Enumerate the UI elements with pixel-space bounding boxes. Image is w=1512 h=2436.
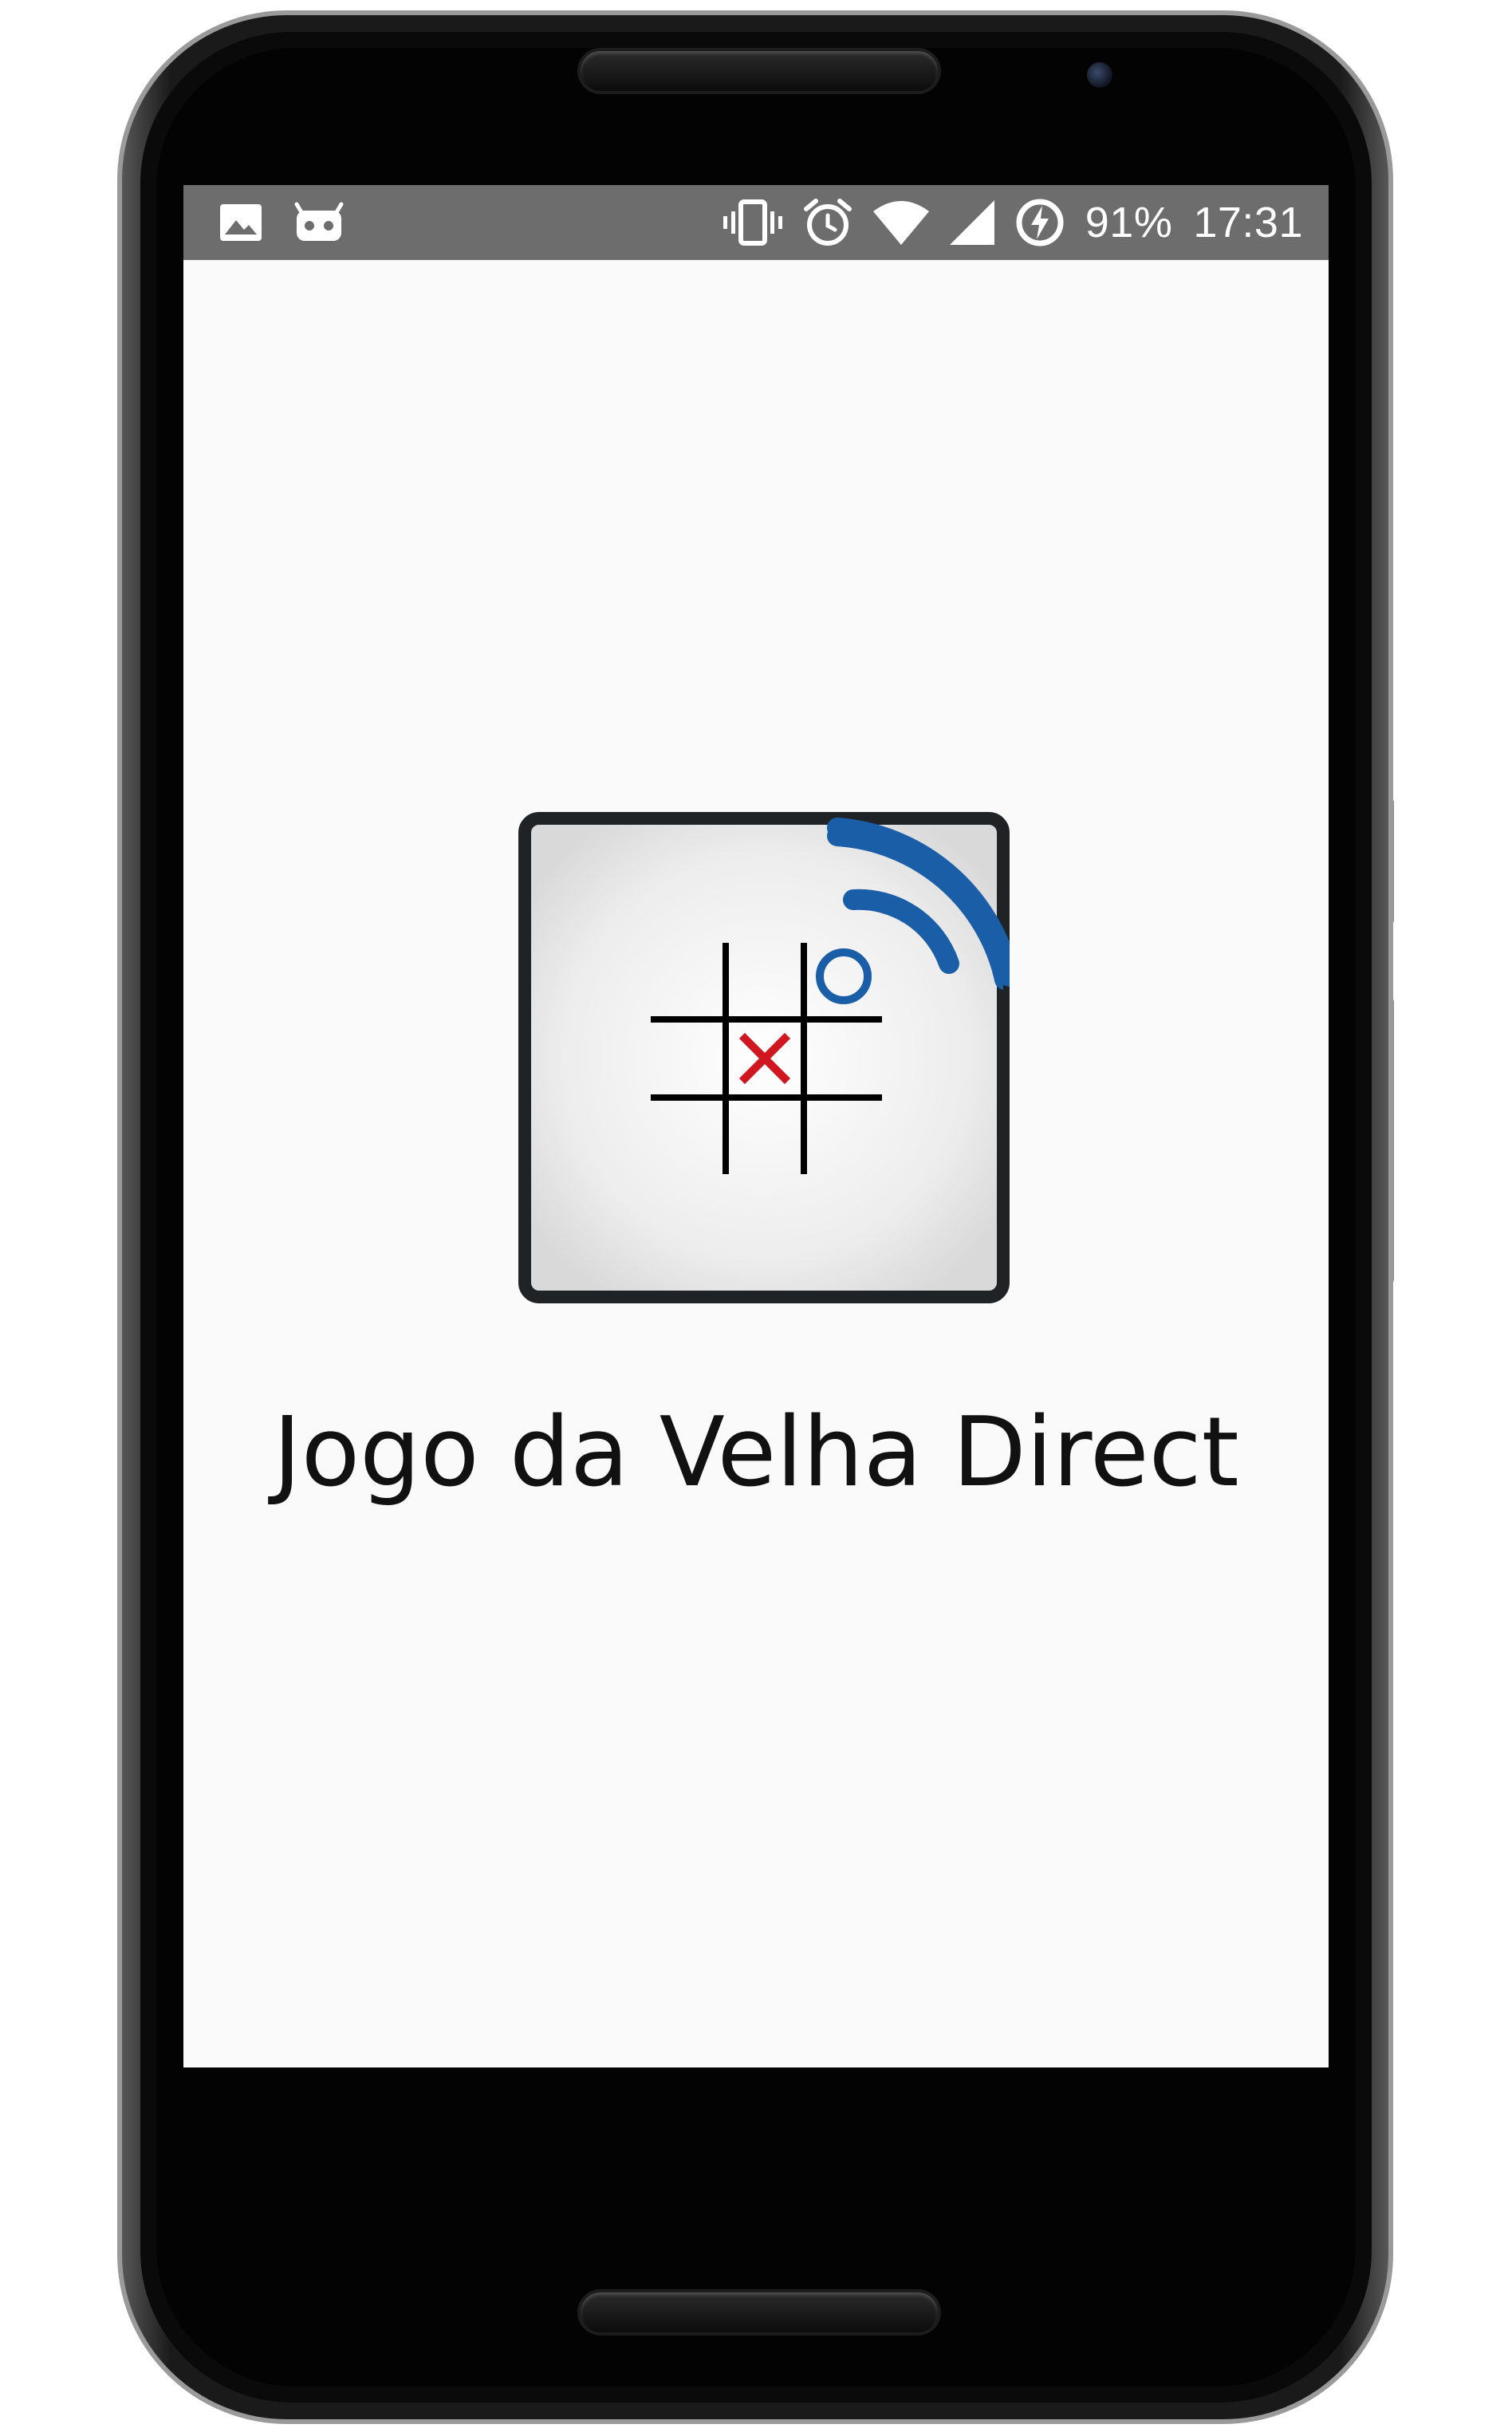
image-icon: [219, 185, 263, 260]
tic-tac-toe-wifi-icon: [518, 812, 1020, 1303]
app-title: Jogo da Velha Direct: [273, 1397, 1239, 1508]
alarm-icon: [803, 199, 852, 246]
wifi-icon: [872, 201, 929, 245]
screen: 91% 17:31 Jogo da Velha Direct: [183, 185, 1329, 2067]
front-camera: [1087, 62, 1112, 88]
top-speaker: [581, 51, 938, 91]
clock: 17:31: [1193, 199, 1303, 246]
bottom-speaker: [581, 2292, 938, 2332]
status-bar: 91% 17:31: [183, 185, 1329, 260]
battery-percent: 91%: [1085, 199, 1173, 246]
battery-charging-icon: [1016, 199, 1064, 246]
vibrate-icon: [723, 199, 782, 246]
app-logo: [518, 812, 1020, 1307]
android-debug-icon: [293, 185, 345, 260]
device-mockup: 91% 17:31 Jogo da Velha Direct: [0, 0, 1512, 2436]
signal-icon: [949, 200, 994, 245]
